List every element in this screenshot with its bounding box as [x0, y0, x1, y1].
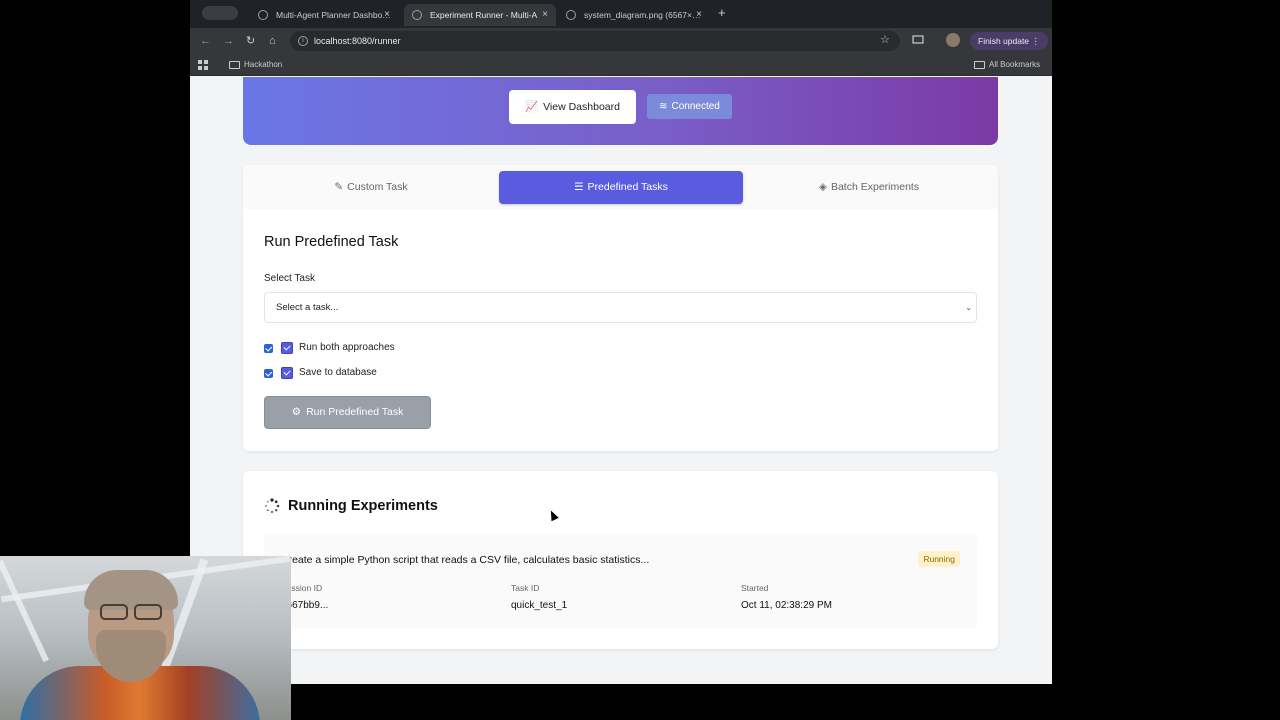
- run-both-option: Run both approaches: [264, 341, 395, 356]
- task-card: ✎ Custom Task ☰ Predefined Tasks ◈ Batch Ex…: [243, 165, 998, 451]
- view-dashboard-button[interactable]: 📈 View Dashboard: [509, 90, 636, 124]
- url-text: localhost:8080/runner: [314, 36, 401, 46]
- connection-status-badge: ≋ Connected: [647, 94, 732, 119]
- globe-icon: [258, 10, 268, 20]
- bookmark-hackathon[interactable]: Hackathon: [244, 54, 282, 76]
- cast-icon[interactable]: [912, 34, 924, 46]
- chevron-down-icon: ⌄: [965, 303, 972, 312]
- all-bookmarks[interactable]: All Bookmarks: [989, 54, 1040, 76]
- glasses-right: [134, 604, 162, 620]
- task-select-value: Select a task...: [276, 302, 339, 313]
- running-experiments-card: Running Experiments Create a simple Pyth…: [243, 471, 998, 649]
- address-bar[interactable]: i localhost:8080/runner: [290, 31, 900, 51]
- edit-icon: ✎: [334, 181, 344, 193]
- experiment-title: Create a simple Python script that reads…: [281, 554, 650, 566]
- task-id-label: Task ID: [511, 583, 540, 593]
- close-tab-icon[interactable]: ×: [696, 4, 702, 26]
- folder-icon: [974, 61, 985, 69]
- person-hair: [84, 570, 178, 610]
- finish-update-label: Finish update: [978, 36, 1030, 46]
- tab-label: Batch Experiments: [830, 181, 920, 193]
- tab-dashboard[interactable]: Multi-Agent Planner Dashbo… ×: [250, 4, 398, 26]
- page-content: 📈 View Dashboard ≋ Connected ✎ Custom Task …: [190, 77, 1052, 684]
- status-badge: Running: [918, 551, 960, 567]
- profile-avatar[interactable]: [946, 33, 960, 47]
- save-db-checkbox[interactable]: [264, 368, 273, 378]
- running-experiments-heading: Running Experiments: [288, 498, 438, 514]
- back-icon[interactable]: ←: [200, 34, 211, 48]
- task-tabs: ✎ Custom Task ☰ Predefined Tasks ◈ Batch Ex…: [243, 165, 998, 209]
- spinner-icon: [265, 498, 280, 514]
- connection-status-label: Connected: [671, 101, 720, 112]
- run-both-label: Run both approaches: [299, 342, 395, 353]
- gears-icon: ⚙: [291, 406, 302, 418]
- run-predefined-task-button[interactable]: ⚙ Run Predefined Task: [264, 396, 431, 429]
- home-icon[interactable]: ⌂: [269, 34, 276, 48]
- save-db-label: Save to database: [299, 367, 377, 378]
- close-tab-icon[interactable]: ×: [542, 4, 548, 26]
- save-db-checkbox-styled[interactable]: [281, 367, 293, 379]
- save-db-option: Save to database: [264, 366, 377, 381]
- new-tab-button[interactable]: +: [718, 4, 726, 22]
- browser-toolbar: ← → ↻ ⌂ i localhost:8080/runner ☆ Finish…: [190, 28, 1052, 54]
- run-both-checkbox[interactable]: [264, 343, 273, 353]
- run-both-checkbox-styled[interactable]: [281, 342, 293, 354]
- tab-label: Multi-Agent Planner Dashbo…: [276, 10, 391, 20]
- browser-window: Multi-Agent Planner Dashbo… × Experiment…: [190, 0, 1052, 684]
- apps-grid-icon[interactable]: [198, 60, 208, 70]
- tab-custom-task[interactable]: ✎ Custom Task: [249, 171, 493, 204]
- hero-header: 📈 View Dashboard ≋ Connected: [243, 77, 998, 145]
- finish-update-button[interactable]: Finish update ⋮: [970, 32, 1048, 50]
- task-id-value: quick_test_1: [511, 600, 568, 611]
- tab-label: Predefined Tasks: [587, 181, 668, 193]
- webcam-overlay: [0, 556, 291, 720]
- tab-label: Experiment Runner - Multi-A: [430, 10, 538, 20]
- tab-group-pill[interactable]: [202, 6, 238, 20]
- bookmarks-bar: Hackathon All Bookmarks: [190, 54, 1052, 76]
- tab-strip: Multi-Agent Planner Dashbo… × Experiment…: [190, 0, 1052, 28]
- reload-icon[interactable]: ↻: [246, 34, 255, 48]
- tab-batch-experiments[interactable]: ◈ Batch Experiments: [747, 171, 991, 204]
- tab-system-diagram[interactable]: system_diagram.png (6567×… ×: [558, 4, 710, 26]
- tab-experiment-runner[interactable]: Experiment Runner - Multi-A ×: [404, 4, 556, 26]
- folder-icon: [229, 61, 240, 69]
- glasses-left: [100, 604, 128, 620]
- list-icon: ☰: [574, 181, 584, 193]
- run-button-label: Run Predefined Task: [306, 406, 404, 418]
- forward-icon[interactable]: →: [223, 34, 234, 48]
- wifi-icon: ≋: [659, 101, 668, 112]
- view-dashboard-label: View Dashboard: [543, 101, 620, 113]
- screen: Multi-Agent Planner Dashbo… × Experiment…: [0, 0, 1280, 720]
- started-value: Oct 11, 02:38:29 PM: [741, 600, 832, 611]
- tab-predefined-tasks[interactable]: ☰ Predefined Tasks: [499, 171, 743, 204]
- chart-line-icon: 📈: [525, 101, 539, 113]
- started-label: Started: [741, 583, 769, 593]
- tab-label: Custom Task: [347, 181, 408, 193]
- close-tab-icon[interactable]: ×: [384, 4, 390, 26]
- site-info-icon[interactable]: i: [298, 36, 308, 46]
- experiment-item[interactable]: Create a simple Python script that reads…: [264, 534, 977, 628]
- globe-icon: [566, 10, 576, 20]
- layers-icon: ◈: [818, 181, 827, 193]
- section-heading: Run Predefined Task: [264, 234, 399, 250]
- tab-label: system_diagram.png (6567×…: [584, 10, 701, 20]
- select-task-label: Select Task: [264, 273, 315, 284]
- task-select[interactable]: Select a task... ⌄: [264, 292, 977, 323]
- globe-icon: [412, 10, 422, 20]
- bookmark-star-icon[interactable]: ☆: [880, 33, 890, 46]
- ceiling-beam: [0, 559, 49, 663]
